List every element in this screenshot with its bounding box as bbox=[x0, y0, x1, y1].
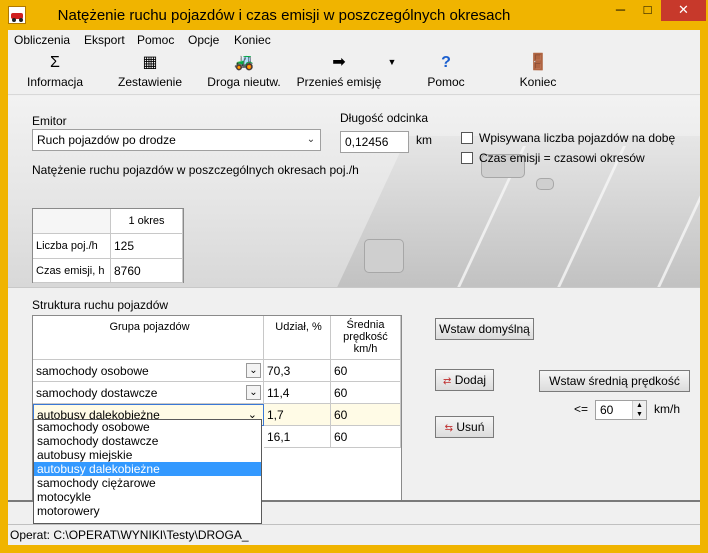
emitor-label: Emitor bbox=[32, 114, 67, 128]
vehicle-image-car bbox=[364, 239, 404, 273]
speed-cell-row3[interactable]: 60 bbox=[331, 404, 401, 426]
remove-button-label: Usuń bbox=[456, 420, 485, 434]
client-area: Obliczenia Eksport Pomoc Opcje Koniec Σ … bbox=[8, 30, 700, 545]
checkbox-box bbox=[461, 132, 473, 144]
toolbar-zestawienie-label: Zestawienie bbox=[117, 75, 183, 89]
vehicle-group-dropdown-list: samochody osobowe samochody dostawcze au… bbox=[33, 419, 262, 524]
toolbar-przenies-label: Przenieś emisję bbox=[296, 75, 382, 89]
spin-down-icon[interactable]: ▼ bbox=[632, 410, 646, 419]
remove-button[interactable]: ⇆ Usuń bbox=[435, 416, 494, 438]
toolbar-przenies-button[interactable]: ➡ Przenieś emisję bbox=[295, 53, 383, 93]
menu-obliczenia[interactable]: Obliczenia bbox=[14, 33, 70, 47]
chevron-down-icon[interactable]: ⌄ bbox=[246, 385, 261, 400]
toolbar-przenies-dropdown[interactable]: ▼ bbox=[385, 57, 399, 97]
group-cell-row1[interactable]: samochody osobowe ⌄ bbox=[33, 360, 264, 382]
window-title: Natężenie ruchu pojazdów i czas emisji w… bbox=[57, 7, 511, 24]
toolbar-zestawienie-button[interactable]: ▦ Zestawienie bbox=[109, 53, 191, 93]
speed-cell-row2[interactable]: 60 bbox=[331, 382, 401, 404]
grid-corner bbox=[33, 209, 111, 234]
top-panel: Emitor Ruch pojazdów po drodze ⌄ Długość… bbox=[8, 96, 700, 288]
menu-bar: Obliczenia Eksport Pomoc Opcje Koniec bbox=[8, 30, 700, 50]
speed-header: Średnia prędkość km/h bbox=[331, 316, 401, 360]
emission-time-row-label: Czas emisji, h bbox=[33, 259, 111, 283]
emitor-value: Ruch pojazdów po drodze bbox=[37, 133, 176, 147]
length-input[interactable]: 0,12456 bbox=[340, 131, 409, 153]
share-header: Udział, % bbox=[264, 316, 331, 360]
speed-cell-row4[interactable]: 60 bbox=[331, 426, 401, 448]
group-header: Grupa pojazdów bbox=[33, 316, 264, 360]
toolbar-informacja-button[interactable]: Σ Informacja bbox=[18, 53, 92, 93]
status-bar: Operat: C:\OPERAT\WYNIKI\Testy\DROGA_ bbox=[8, 524, 700, 545]
length-label: Długość odcinka bbox=[340, 111, 429, 125]
toolbar: Σ Informacja ▦ Zestawienie 🚜 Droga nieut… bbox=[8, 51, 700, 95]
minimize-button[interactable]: ─ bbox=[607, 0, 634, 21]
toolbar-koniec-button[interactable]: 🚪 Koniec bbox=[506, 53, 570, 93]
table-icon: ▦ bbox=[142, 54, 158, 71]
toolbar-koniec-label: Koniec bbox=[519, 75, 557, 89]
intensity-heading: Natężenie ruchu pojazdów w poszczególnyc… bbox=[32, 163, 359, 177]
intensity-grid: 1 okres Liczba poj./h 125 Czas emisji, h… bbox=[32, 208, 184, 283]
dropdown-option[interactable]: motorowery bbox=[34, 504, 261, 518]
vehicles-per-hour-label: Liczba poj./h bbox=[33, 234, 111, 259]
toolbar-droga-label: Droga nieutw. bbox=[207, 75, 281, 89]
speed-limit-prefix: <= bbox=[574, 402, 589, 416]
dropdown-option[interactable]: samochody ciężarowe bbox=[34, 476, 261, 490]
daily-vehicles-label: Wpisywana liczba pojazdów na dobę bbox=[479, 131, 676, 145]
dropdown-option[interactable]: samochody osobowe bbox=[34, 420, 261, 434]
share-cell-row3[interactable]: 1,7 bbox=[264, 404, 331, 426]
chevron-down-icon: ⌄ bbox=[306, 134, 316, 145]
add-button-label: Dodaj bbox=[454, 373, 487, 387]
length-unit: km bbox=[416, 133, 432, 147]
speed-cell-row1[interactable]: 60 bbox=[331, 360, 401, 382]
road-vehicle-icon: 🚜 bbox=[234, 54, 254, 71]
app-window: Natężenie ruchu pojazdów i czas emisji w… bbox=[0, 0, 708, 553]
group-value-row1: samochody osobowe bbox=[36, 364, 149, 378]
close-button[interactable]: ✕ bbox=[661, 0, 706, 21]
group-cell-row2[interactable]: samochody dostawcze ⌄ bbox=[33, 382, 264, 404]
sigma-icon: Σ bbox=[50, 54, 60, 71]
dropdown-option-selected[interactable]: autobusy dalekobieżne bbox=[34, 462, 261, 476]
insert-average-speed-button[interactable]: Wstaw średnią prędkość bbox=[539, 370, 690, 392]
emission-time-cell[interactable]: 8760 bbox=[111, 259, 183, 283]
menu-opcje[interactable]: Opcje bbox=[188, 33, 219, 47]
menu-pomoc[interactable]: Pomoc bbox=[137, 33, 174, 47]
add-row-icon: ⇄ bbox=[442, 376, 452, 387]
speed-limit-value: 60 bbox=[600, 403, 614, 417]
menu-eksport[interactable]: Eksport bbox=[84, 33, 125, 47]
chevron-down-icon[interactable]: ⌄ bbox=[246, 363, 261, 378]
question-icon: ? bbox=[441, 54, 451, 71]
toolbar-informacja-label: Informacja bbox=[26, 75, 84, 89]
structure-heading: Struktura ruchu pojazdów bbox=[32, 298, 169, 312]
emission-time-label: Czas emisji = czasowi okresów bbox=[479, 151, 645, 165]
add-button[interactable]: ⇄ Dodaj bbox=[435, 369, 494, 391]
speed-limit-spinner[interactable]: 60 ▲ ▼ bbox=[595, 400, 647, 420]
title-bar[interactable]: Natężenie ruchu pojazdów i czas emisji w… bbox=[0, 0, 708, 30]
period-header: 1 okres bbox=[111, 209, 183, 234]
exit-door-icon: 🚪 bbox=[528, 54, 548, 71]
vehicle-image-distant bbox=[536, 178, 554, 190]
dropdown-option[interactable]: motocykle bbox=[34, 490, 261, 504]
menu-koniec[interactable]: Koniec bbox=[234, 33, 271, 47]
toolbar-droga-button[interactable]: 🚜 Droga nieutw. bbox=[201, 53, 287, 93]
dropdown-option[interactable]: autobusy miejskie bbox=[34, 448, 261, 462]
group-value-row2: samochody dostawcze bbox=[36, 386, 158, 400]
toolbar-pomoc-label: Pomoc bbox=[427, 75, 465, 89]
emission-time-checkbox[interactable]: Czas emisji = czasowi okresów bbox=[461, 151, 645, 165]
emitor-select[interactable]: Ruch pojazdów po drodze ⌄ bbox=[32, 129, 321, 151]
spin-up-icon[interactable]: ▲ bbox=[632, 401, 646, 410]
toolbar-pomoc-button[interactable]: ? Pomoc bbox=[413, 53, 479, 93]
insert-default-button[interactable]: Wstaw domyślną bbox=[435, 318, 534, 340]
maximize-button[interactable]: □ bbox=[634, 0, 661, 21]
transfer-icon: ➡ bbox=[332, 54, 346, 71]
vehicles-per-hour-cell[interactable]: 125 bbox=[111, 234, 183, 259]
share-cell-row1[interactable]: 70,3 bbox=[264, 360, 331, 382]
remove-row-icon: ⇆ bbox=[444, 423, 454, 434]
dropdown-option[interactable]: samochody dostawcze bbox=[34, 434, 261, 448]
share-cell-row4[interactable]: 16,1 bbox=[264, 426, 331, 448]
daily-vehicles-checkbox[interactable]: Wpisywana liczba pojazdów na dobę bbox=[461, 131, 675, 145]
share-cell-row2[interactable]: 11,4 bbox=[264, 382, 331, 404]
checkbox-box bbox=[461, 152, 473, 164]
speed-limit-unit: km/h bbox=[654, 402, 681, 416]
